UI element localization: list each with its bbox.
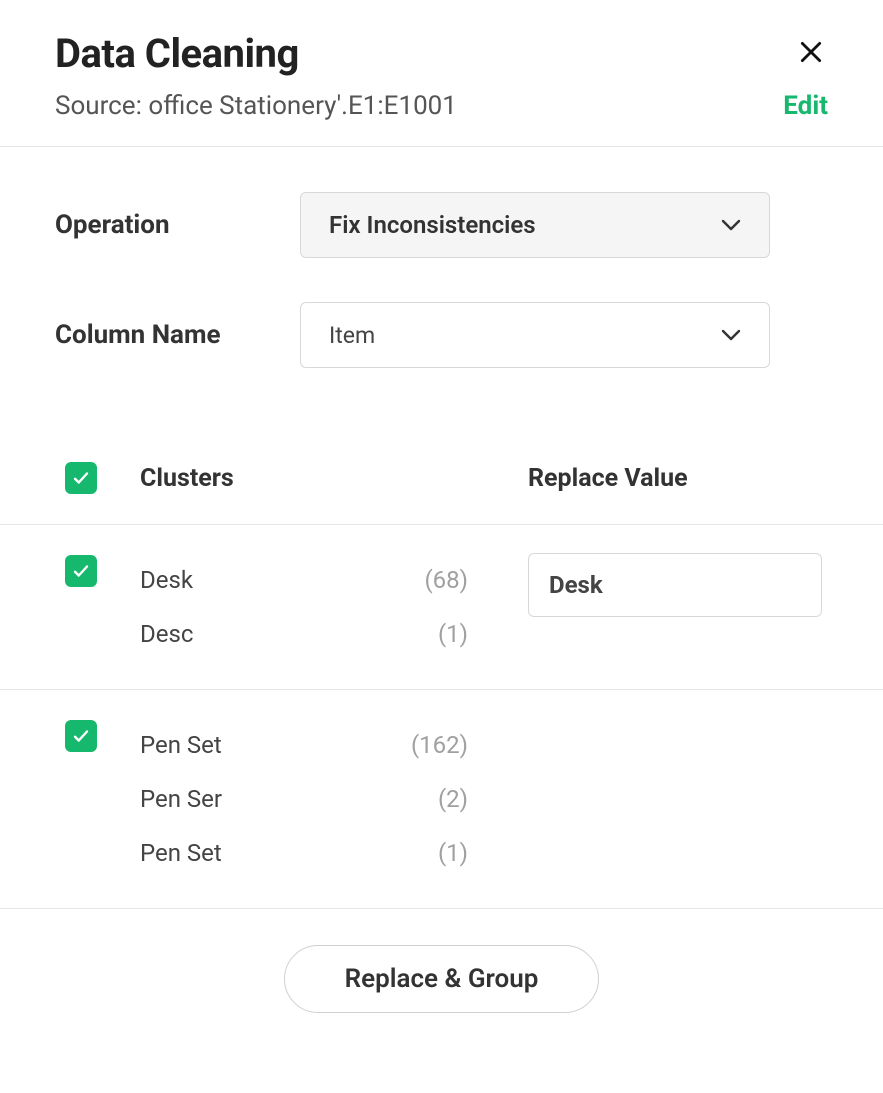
- clusters-header: Clusters: [140, 464, 528, 493]
- select-all-cell: [55, 462, 140, 494]
- cluster-item: Desc (1): [140, 607, 508, 661]
- cluster-checkbox[interactable]: [65, 720, 97, 752]
- replace-value-input[interactable]: Desk: [528, 553, 822, 617]
- column-select[interactable]: Item: [300, 302, 770, 368]
- operation-value: Fix Inconsistencies: [329, 211, 536, 239]
- close-icon[interactable]: [794, 33, 828, 75]
- cluster-item-count: (1): [438, 620, 508, 648]
- operation-label: Operation: [55, 210, 300, 240]
- table-header: Clusters Replace Value: [0, 432, 883, 525]
- cluster-item-name: Pen Ser: [140, 785, 222, 813]
- dialog-header: Data Cleaning Source: office Stationery'…: [0, 0, 883, 147]
- cluster-item-name: Desc: [140, 620, 193, 648]
- cluster-items: Pen Set (162) Pen Ser (2) Pen Set (1): [140, 718, 528, 880]
- dialog-footer: Replace & Group: [0, 909, 883, 1063]
- cluster-item-name: Pen Set: [140, 731, 222, 759]
- cluster-check-cell: [55, 718, 140, 880]
- cluster-item: Pen Set (1): [140, 826, 508, 880]
- select-all-checkbox[interactable]: [65, 462, 97, 494]
- cluster-item-name: Pen Set: [140, 839, 222, 867]
- operation-select[interactable]: Fix Inconsistencies: [300, 192, 770, 258]
- dialog-container: Data Cleaning Source: office Stationery'…: [0, 0, 883, 1063]
- cluster-item-count: (162): [411, 731, 508, 759]
- cluster-checkbox[interactable]: [65, 555, 97, 587]
- cluster-replace-cell: Desk: [528, 553, 828, 661]
- form-area: Operation Fix Inconsistencies Column Nam…: [0, 147, 883, 432]
- cluster-item-name: Desk: [140, 566, 193, 594]
- operation-row: Operation Fix Inconsistencies: [55, 192, 828, 258]
- cluster-item-count: (2): [438, 785, 508, 813]
- cluster-check-cell: [55, 553, 140, 661]
- edit-link[interactable]: Edit: [783, 91, 828, 121]
- cluster-item: Pen Set (162): [140, 718, 508, 772]
- cluster-group: Pen Set (162) Pen Ser (2) Pen Set (1): [0, 690, 883, 909]
- source-text: Source: office Stationery'.E1:E1001: [55, 91, 457, 121]
- cluster-item: Desk (68): [140, 553, 508, 607]
- source-row: Source: office Stationery'.E1:E1001 Edit: [55, 91, 828, 121]
- source-value: office Stationery'.E1:E1001: [148, 91, 457, 121]
- dialog-title: Data Cleaning: [55, 30, 299, 77]
- cluster-item-count: (1): [438, 839, 508, 867]
- source-prefix: Source:: [55, 91, 148, 121]
- column-label: Column Name: [55, 320, 300, 350]
- column-row: Column Name Item: [55, 302, 828, 368]
- cluster-item: Pen Ser (2): [140, 772, 508, 826]
- chevron-down-icon: [721, 219, 741, 231]
- replace-value-text: Desk: [549, 571, 603, 599]
- replace-header: Replace Value: [528, 464, 828, 493]
- cluster-group: Desk (68) Desc (1) Desk: [0, 525, 883, 690]
- cluster-item-count: (68): [424, 566, 508, 594]
- chevron-down-icon: [721, 329, 741, 341]
- column-value: Item: [329, 322, 375, 349]
- title-row: Data Cleaning: [55, 30, 828, 77]
- replace-and-group-button[interactable]: Replace & Group: [284, 945, 600, 1013]
- action-button-label: Replace & Group: [345, 964, 539, 994]
- cluster-replace-cell: [528, 718, 828, 880]
- cluster-items: Desk (68) Desc (1): [140, 553, 528, 661]
